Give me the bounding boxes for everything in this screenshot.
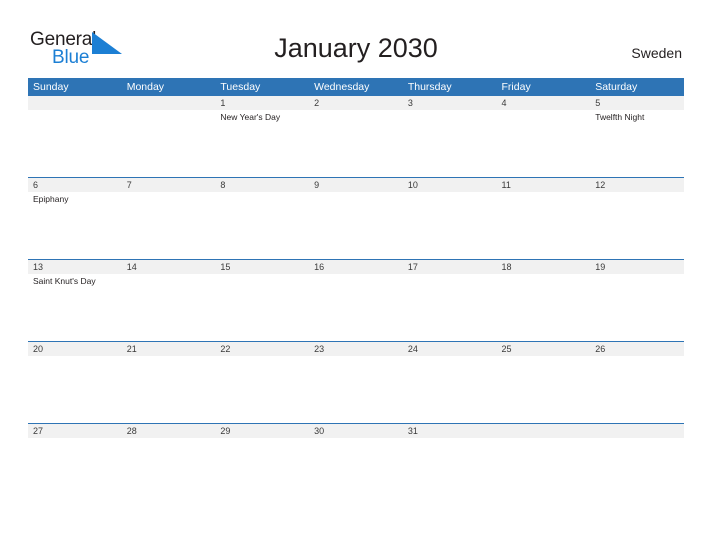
day-number[interactable]: 10 — [403, 178, 497, 192]
day-event: Saint Knut's Day — [33, 276, 96, 286]
day-number[interactable]: 31 — [403, 424, 497, 438]
week-event-band — [28, 356, 684, 422]
day-number[interactable]: 15 — [215, 260, 309, 274]
day-number[interactable]: 3 — [403, 96, 497, 110]
day-event — [309, 356, 403, 422]
day-event — [590, 356, 684, 422]
day-event — [497, 192, 591, 258]
day-event — [403, 192, 497, 258]
day-number[interactable]: 28 — [122, 424, 216, 438]
day-number[interactable]: 11 — [497, 178, 591, 192]
day-event — [497, 438, 591, 504]
week-day-number-band: 27 28 29 30 31 — [28, 424, 684, 438]
calendar-week-row: 6 7 8 9 10 11 12 Epiphany — [28, 177, 684, 259]
day-number[interactable]: 19 — [590, 260, 684, 274]
country-label: Sweden — [631, 45, 682, 61]
day-number[interactable] — [590, 424, 684, 438]
weekday-header-sunday: Sunday — [33, 81, 69, 93]
page-title: January 2030 — [274, 33, 438, 63]
day-event — [122, 110, 216, 176]
day-event — [215, 438, 309, 504]
day-event — [590, 274, 684, 340]
day-number[interactable]: 27 — [28, 424, 122, 438]
calendar-week-row: 13 14 15 16 17 18 19 Saint Knut's Day — [28, 259, 684, 341]
day-event — [497, 110, 591, 176]
week-event-band: New Year's Day Twelfth Night — [28, 110, 684, 176]
day-number[interactable] — [122, 96, 216, 110]
day-event — [403, 110, 497, 176]
day-number[interactable]: 5 — [590, 96, 684, 110]
day-event: New Year's Day — [220, 112, 281, 122]
day-event — [309, 110, 403, 176]
calendar-grid: Sunday Monday Tuesday Wednesday Thursday… — [28, 78, 684, 505]
day-event — [28, 438, 122, 504]
day-number[interactable]: 9 — [309, 178, 403, 192]
day-number[interactable]: 23 — [309, 342, 403, 356]
day-number[interactable]: 21 — [122, 342, 216, 356]
day-event — [122, 356, 216, 422]
day-number[interactable] — [497, 424, 591, 438]
day-event — [590, 192, 684, 258]
day-number[interactable]: 7 — [122, 178, 216, 192]
page-header: General Blue January 2030 Sweden — [0, 0, 712, 76]
day-number[interactable]: 16 — [309, 260, 403, 274]
day-number[interactable] — [28, 96, 122, 110]
calendar-week-row: 27 28 29 30 31 — [28, 423, 684, 505]
day-event — [497, 356, 591, 422]
day-event — [215, 274, 309, 340]
day-event — [122, 274, 216, 340]
day-number[interactable]: 8 — [215, 178, 309, 192]
day-number[interactable]: 13 — [28, 260, 122, 274]
day-number[interactable]: 18 — [497, 260, 591, 274]
week-day-number-band: 13 14 15 16 17 18 19 — [28, 260, 684, 274]
day-event — [403, 274, 497, 340]
day-event — [122, 438, 216, 504]
calendar-week-row: 1 2 3 4 5 New Year's Day Twelfth Night — [28, 96, 684, 177]
calendar-page: General Blue January 2030 Sweden Sunday … — [0, 0, 712, 550]
day-event: Twelfth Night — [595, 112, 645, 122]
weekday-header-row: Sunday Monday Tuesday Wednesday Thursday… — [28, 78, 684, 96]
day-number[interactable]: 25 — [497, 342, 591, 356]
week-event-band — [28, 438, 684, 504]
day-number[interactable]: 22 — [215, 342, 309, 356]
weekday-header-monday: Monday — [126, 81, 165, 93]
week-event-band: Epiphany — [28, 192, 684, 258]
day-number[interactable]: 26 — [590, 342, 684, 356]
week-day-number-band: 1 2 3 4 5 — [28, 96, 684, 110]
week-day-number-band: 6 7 8 9 10 11 12 — [28, 178, 684, 192]
day-number[interactable]: 30 — [309, 424, 403, 438]
day-event — [497, 274, 591, 340]
weekday-header-wednesday: Wednesday — [314, 81, 370, 93]
day-event — [28, 356, 122, 422]
day-number[interactable]: 29 — [215, 424, 309, 438]
day-number[interactable]: 2 — [309, 96, 403, 110]
day-number[interactable]: 4 — [497, 96, 591, 110]
day-event — [403, 356, 497, 422]
day-number[interactable]: 12 — [590, 178, 684, 192]
weekday-header-saturday: Saturday — [595, 81, 638, 93]
week-day-number-band: 20 21 22 23 24 25 26 — [28, 342, 684, 356]
weekday-header-thursday: Thursday — [407, 81, 452, 93]
day-number[interactable]: 24 — [403, 342, 497, 356]
day-number[interactable]: 17 — [403, 260, 497, 274]
day-number[interactable]: 6 — [28, 178, 122, 192]
day-event — [403, 438, 497, 504]
week-event-band: Saint Knut's Day — [28, 274, 684, 340]
day-event — [28, 110, 122, 176]
day-event — [309, 274, 403, 340]
day-event — [309, 438, 403, 504]
day-event: Epiphany — [33, 194, 69, 204]
calendar-week-row: 20 21 22 23 24 25 26 — [28, 341, 684, 423]
weekday-header-tuesday: Tuesday — [220, 81, 261, 93]
day-event — [215, 192, 309, 258]
day-event — [309, 192, 403, 258]
day-event — [215, 356, 309, 422]
day-number[interactable]: 14 — [122, 260, 216, 274]
weekday-header-friday: Friday — [501, 81, 531, 93]
day-event — [590, 438, 684, 504]
day-number[interactable]: 1 — [215, 96, 309, 110]
day-event — [122, 192, 216, 258]
day-number[interactable]: 20 — [28, 342, 122, 356]
